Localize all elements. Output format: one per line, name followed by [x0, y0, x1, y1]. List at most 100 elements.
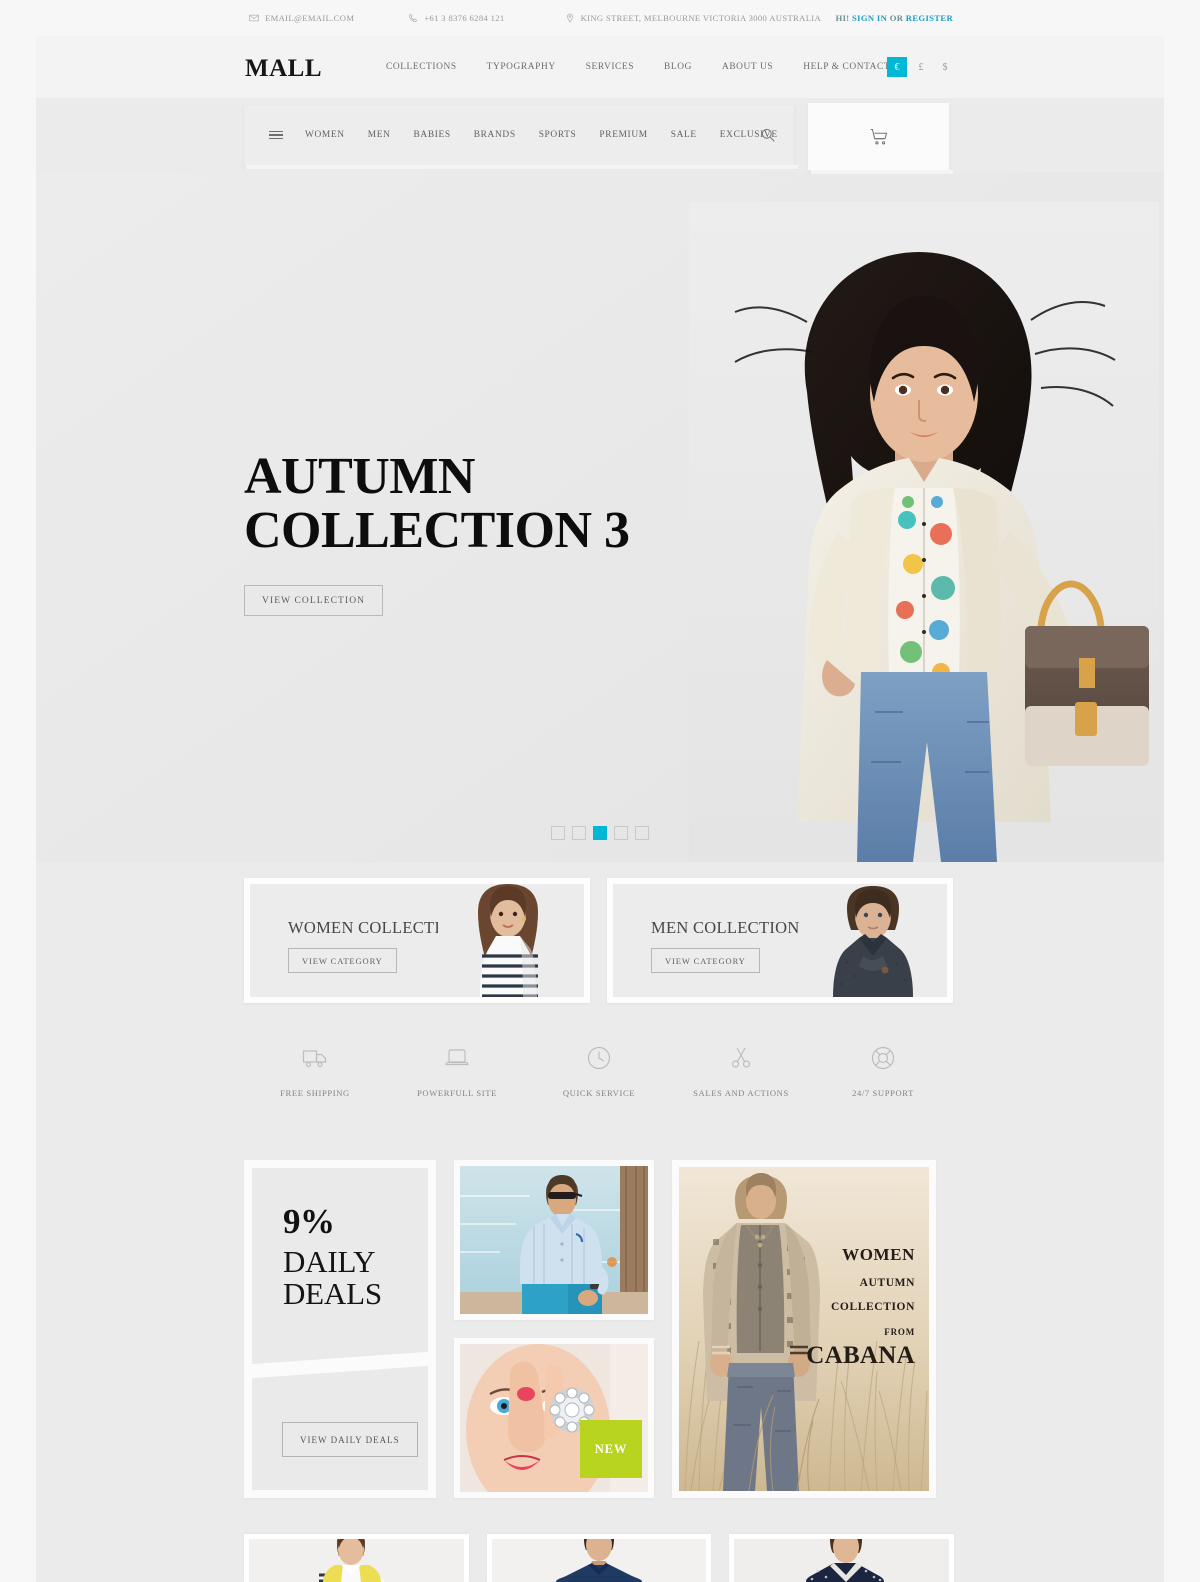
carousel-dots — [36, 826, 1164, 840]
laptop-icon — [444, 1045, 470, 1071]
cabana-line-3: COLLECTION — [831, 1301, 915, 1313]
truck-icon — [302, 1045, 328, 1071]
promo-grid: 9% DAILY DEALS VIEW DAILY DEALS NEW WOME… — [244, 1160, 954, 1498]
nav-about-us[interactable]: ABOUT US — [722, 62, 773, 72]
greeting-text: HI! — [835, 13, 850, 23]
category-banner-men-title: MEN COLLECTION — [651, 918, 800, 937]
product-card-3[interactable] — [729, 1534, 955, 1582]
promo-middle-column: NEW — [454, 1160, 654, 1498]
cabana-promo-card[interactable]: WOMEN AUTUMN COLLECTION FROM CABANA — [672, 1160, 936, 1498]
site-header: MALL COLLECTIONS TYPOGRAPHY SERVICES BLO… — [36, 36, 1164, 98]
currency-gbp[interactable]: £ — [911, 57, 931, 77]
feature-support-label: 24/7 SUPPORT — [852, 1088, 914, 1098]
currency-eur[interactable]: € — [887, 57, 907, 77]
feature-quick-service: QUICK SERVICE — [528, 1045, 670, 1125]
contact-phone[interactable]: +61 3 8376 6284 121 — [408, 13, 504, 23]
feature-quick-service-label: QUICK SERVICE — [562, 1088, 636, 1098]
nav-help-contact[interactable]: HELP & CONTACT — [803, 62, 890, 72]
catnav-babies[interactable]: BABIES — [414, 130, 451, 140]
cabana-line-4: FROM — [884, 1327, 915, 1337]
phone-icon — [408, 13, 418, 23]
cabana-promo-text: WOMEN AUTUMN COLLECTION FROM CABANA — [806, 1245, 915, 1370]
currency-switcher: € £ $ — [887, 57, 955, 77]
promo-tile-jewelry[interactable]: NEW — [454, 1338, 654, 1498]
new-badge: NEW — [580, 1420, 642, 1478]
nav-typography[interactable]: TYPOGRAPHY — [487, 62, 556, 72]
primary-nav: COLLECTIONS TYPOGRAPHY SERVICES BLOG ABO… — [386, 62, 890, 72]
feature-powerfull-site: POWERFULL SITE — [386, 1045, 528, 1125]
register-link[interactable]: REGISTER — [906, 13, 953, 23]
contact-address[interactable]: KING STREET, MELBOURNE VICTORIA 3000 AUS… — [565, 13, 822, 23]
catnav-premium[interactable]: PREMIUM — [599, 130, 647, 140]
envelope-icon — [249, 13, 259, 23]
hero-carousel: AUTUMN COLLECTION 3 VIEW COLLECTION — [36, 172, 1164, 862]
site-logo[interactable]: MALL — [245, 56, 322, 81]
carousel-dot-1[interactable] — [551, 826, 565, 840]
category-banner-women-button[interactable]: VIEW CATEGORY — [288, 948, 397, 973]
promo-tile-men-beach-image — [460, 1166, 648, 1314]
feature-free-shipping-label: FREE SHIPPING — [280, 1088, 350, 1098]
product-card-2[interactable] — [486, 1534, 712, 1582]
category-banner-men-button[interactable]: VIEW CATEGORY — [651, 948, 760, 973]
category-banner-women-image — [438, 884, 584, 997]
hamburger-icon[interactable] — [269, 130, 283, 140]
view-collection-button[interactable]: VIEW COLLECTION — [244, 585, 384, 617]
hero-model-image — [689, 202, 1159, 862]
cabana-line-2: AUTUMN — [859, 1277, 915, 1289]
account-links: HI! SIGN IN OR REGISTER — [836, 13, 953, 23]
category-banner-men-image — [801, 884, 947, 997]
catnav-sports[interactable]: SPORTS — [539, 130, 577, 140]
cart-button[interactable] — [808, 103, 953, 174]
top-utility-bar: EMAIL@EMAIL.COM +61 3 8376 6284 121 KING… — [0, 0, 1200, 36]
carousel-dot-4[interactable] — [614, 826, 628, 840]
catnav-brands[interactable]: BRANDS — [474, 130, 516, 140]
carousel-dot-2[interactable] — [572, 826, 586, 840]
contact-email-text: EMAIL@EMAIL.COM — [265, 13, 355, 23]
promo-tile-jewelry-image: NEW — [460, 1344, 648, 1492]
contact-phone-text: +61 3 8376 6284 121 — [424, 13, 505, 23]
or-text: OR — [889, 13, 904, 23]
scissors-icon — [728, 1045, 754, 1071]
view-daily-deals-button[interactable]: VIEW DAILY DEALS — [282, 1422, 418, 1457]
feature-support: 24/7 SUPPORT — [812, 1045, 954, 1125]
category-banner-men[interactable]: MEN COLLECTION VIEW CATEGORY — [607, 878, 953, 1003]
feature-free-shipping: FREE SHIPPING — [244, 1045, 386, 1125]
currency-usd[interactable]: $ — [935, 57, 955, 77]
hero-title: AUTUMN COLLECTION 3 — [244, 448, 630, 559]
product-card-1-image — [249, 1539, 464, 1582]
category-banner-women[interactable]: WOMEN COLLECTION VIEW CATEGORY — [244, 878, 590, 1003]
product-card-1[interactable] — [244, 1534, 469, 1582]
nav-collections[interactable]: COLLECTIONS — [386, 62, 457, 72]
search-icon[interactable] — [760, 127, 776, 143]
product-card-2-image — [491, 1539, 707, 1582]
lifering-icon — [870, 1045, 896, 1071]
map-pin-icon — [565, 13, 575, 23]
catnav-women[interactable]: WOMEN — [305, 130, 345, 140]
catnav-men[interactable]: MEN — [368, 130, 391, 140]
cabana-line-1: WOMEN — [842, 1245, 915, 1264]
daily-deals-card[interactable]: 9% DAILY DEALS VIEW DAILY DEALS — [244, 1160, 436, 1498]
carousel-dot-5[interactable] — [635, 826, 649, 840]
category-nav-bar: WOMEN MEN BABIES BRANDS SPORTS PREMIUM S… — [244, 105, 798, 169]
clock-icon — [586, 1045, 612, 1071]
daily-deals-heading: DAILY DEALS — [283, 1244, 382, 1311]
daily-deals-percent: 9% — [283, 1202, 335, 1241]
nav-services[interactable]: SERVICES — [586, 62, 634, 72]
contact-email[interactable]: EMAIL@EMAIL.COM — [249, 13, 354, 23]
feature-sales-and-actions-label: SALES AND ACTIONS — [693, 1088, 789, 1098]
product-row — [244, 1534, 955, 1582]
product-card-3-image — [734, 1539, 950, 1582]
cabana-brand: CABANA — [806, 1342, 915, 1369]
feature-powerfull-site-label: POWERFULL SITE — [417, 1088, 497, 1098]
features-row: FREE SHIPPING POWERFULL SITE QUICK SERVI… — [244, 1045, 954, 1125]
promo-tile-men-beach[interactable] — [454, 1160, 654, 1320]
feature-sales-and-actions: SALES AND ACTIONS — [670, 1045, 812, 1125]
nav-blog[interactable]: BLOG — [664, 62, 692, 72]
category-nav: WOMEN MEN BABIES BRANDS SPORTS PREMIUM S… — [305, 130, 778, 140]
sign-in-link[interactable]: SIGN IN — [852, 13, 887, 23]
cart-icon — [869, 127, 889, 147]
carousel-dot-3[interactable] — [593, 826, 607, 840]
page-root: EMAIL@EMAIL.COM +61 3 8376 6284 121 KING… — [0, 0, 1200, 1582]
catnav-sale[interactable]: SALE — [671, 130, 697, 140]
category-banners: WOMEN COLLECTION VIEW CATEGORY MEN COLLE… — [244, 878, 954, 1013]
